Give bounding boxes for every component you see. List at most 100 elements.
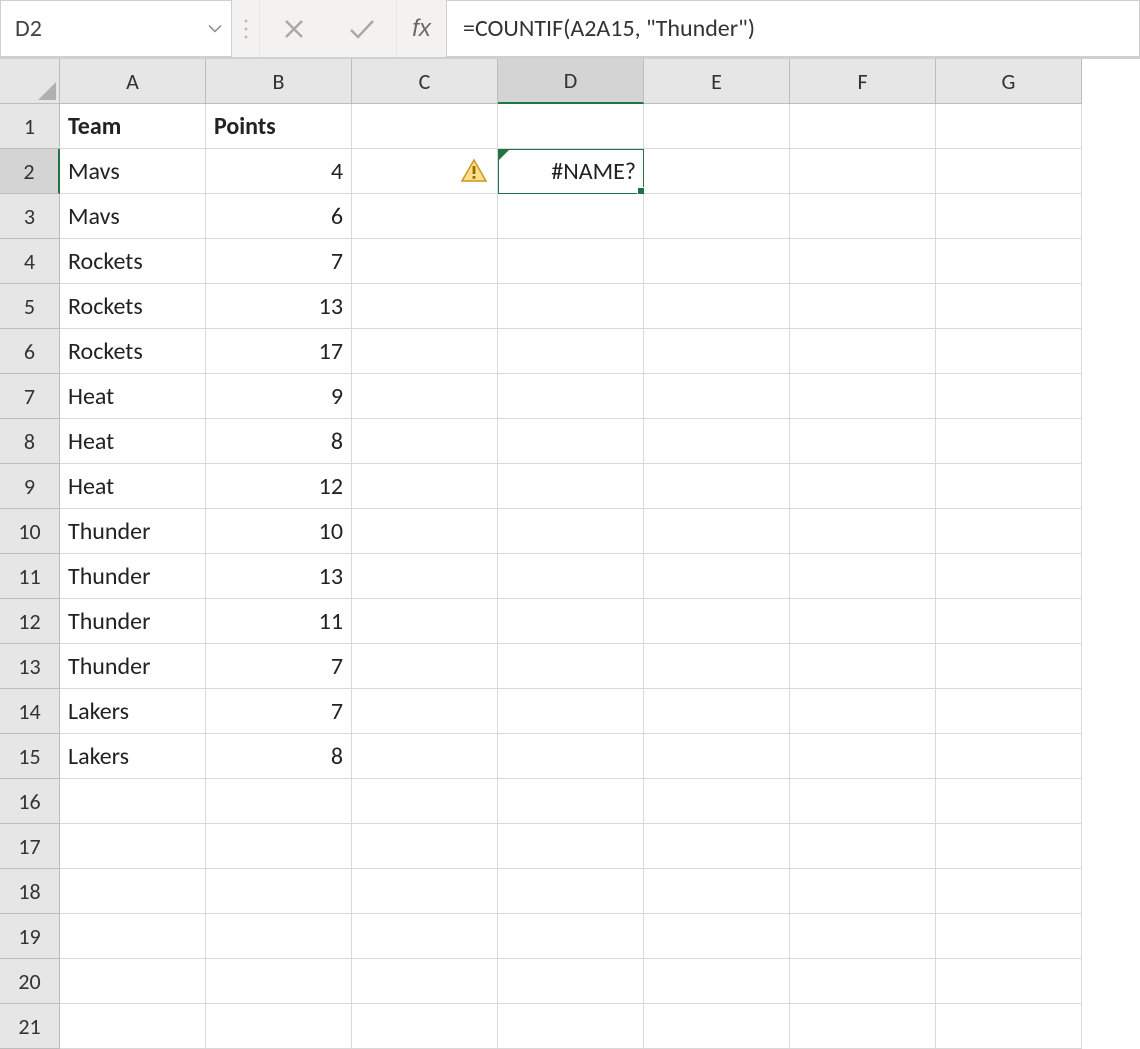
row-header-2[interactable]: 2 (0, 149, 60, 194)
vertical-grip-icon[interactable] (232, 0, 260, 57)
row-header-18[interactable]: 18 (0, 869, 60, 914)
cell-E5[interactable] (644, 284, 790, 329)
cell-A6[interactable]: Rockets (60, 329, 206, 374)
cell-D1[interactable] (498, 104, 644, 149)
cell-B6[interactable]: 17 (206, 329, 352, 374)
insert-function-button[interactable]: fx (396, 0, 446, 57)
cell-A14[interactable]: Lakers (60, 689, 206, 734)
column-header-B[interactable]: B (206, 59, 352, 104)
cell-B15[interactable]: 8 (206, 734, 352, 779)
cell-G2[interactable] (936, 149, 1082, 194)
cell-B2[interactable]: 4 (206, 149, 352, 194)
cell-F4[interactable] (790, 239, 936, 284)
cell-F19[interactable] (790, 914, 936, 959)
cell-D6[interactable] (498, 329, 644, 374)
cell-D9[interactable] (498, 464, 644, 509)
column-header-A[interactable]: A (60, 59, 206, 104)
selected-cell-D2[interactable]: #NAME? (498, 149, 644, 194)
cell-D20[interactable] (498, 959, 644, 1004)
cell-C5[interactable] (352, 284, 498, 329)
cell-A9[interactable]: Heat (60, 464, 206, 509)
cell-D5[interactable] (498, 284, 644, 329)
cell-D3[interactable] (498, 194, 644, 239)
cell-G6[interactable] (936, 329, 1082, 374)
cell-G14[interactable] (936, 689, 1082, 734)
cell-G17[interactable] (936, 824, 1082, 869)
error-smart-tag[interactable] (352, 149, 498, 194)
cell-D19[interactable] (498, 914, 644, 959)
cell-D11[interactable] (498, 554, 644, 599)
row-header-11[interactable]: 11 (0, 554, 60, 599)
row-header-19[interactable]: 19 (0, 914, 60, 959)
cell-G12[interactable] (936, 599, 1082, 644)
cell-A13[interactable]: Thunder (60, 644, 206, 689)
cell-F6[interactable] (790, 329, 936, 374)
enter-formula-button[interactable] (328, 0, 396, 57)
cell-C1[interactable] (352, 104, 498, 149)
cell-D18[interactable] (498, 869, 644, 914)
cell-E4[interactable] (644, 239, 790, 284)
cell-C4[interactable] (352, 239, 498, 284)
cell-E12[interactable] (644, 599, 790, 644)
select-all-corner[interactable] (0, 59, 60, 104)
cell-A17[interactable] (60, 824, 206, 869)
cell-A7[interactable]: Heat (60, 374, 206, 419)
cell-B20[interactable] (206, 959, 352, 1004)
cell-B17[interactable] (206, 824, 352, 869)
cell-A8[interactable]: Heat (60, 419, 206, 464)
cell-A1[interactable]: Team (60, 104, 206, 149)
cell-D15[interactable] (498, 734, 644, 779)
cell-F1[interactable] (790, 104, 936, 149)
cell-A21[interactable] (60, 1004, 206, 1049)
cell-C9[interactable] (352, 464, 498, 509)
cell-B9[interactable]: 12 (206, 464, 352, 509)
cell-E13[interactable] (644, 644, 790, 689)
cell-A10[interactable]: Thunder (60, 509, 206, 554)
cell-A11[interactable]: Thunder (60, 554, 206, 599)
cell-F16[interactable] (790, 779, 936, 824)
cell-C17[interactable] (352, 824, 498, 869)
cell-C12[interactable] (352, 599, 498, 644)
cell-E18[interactable] (644, 869, 790, 914)
cell-E15[interactable] (644, 734, 790, 779)
cell-B11[interactable]: 13 (206, 554, 352, 599)
cell-G1[interactable] (936, 104, 1082, 149)
cell-C14[interactable] (352, 689, 498, 734)
cancel-formula-button[interactable] (260, 0, 328, 57)
row-header-21[interactable]: 21 (0, 1004, 60, 1049)
cell-A19[interactable] (60, 914, 206, 959)
cell-G15[interactable] (936, 734, 1082, 779)
cell-D10[interactable] (498, 509, 644, 554)
cell-A5[interactable]: Rockets (60, 284, 206, 329)
cell-G4[interactable] (936, 239, 1082, 284)
cell-F13[interactable] (790, 644, 936, 689)
cell-D21[interactable] (498, 1004, 644, 1049)
cell-F3[interactable] (790, 194, 936, 239)
cell-F10[interactable] (790, 509, 936, 554)
row-header-8[interactable]: 8 (0, 419, 60, 464)
cell-F17[interactable] (790, 824, 936, 869)
cell-D17[interactable] (498, 824, 644, 869)
cell-B5[interactable]: 13 (206, 284, 352, 329)
cell-C19[interactable] (352, 914, 498, 959)
cell-B18[interactable] (206, 869, 352, 914)
cell-G3[interactable] (936, 194, 1082, 239)
cell-D12[interactable] (498, 599, 644, 644)
cell-B16[interactable] (206, 779, 352, 824)
cell-F15[interactable] (790, 734, 936, 779)
row-header-16[interactable]: 16 (0, 779, 60, 824)
cell-A3[interactable]: Mavs (60, 194, 206, 239)
cell-G8[interactable] (936, 419, 1082, 464)
cell-B1[interactable]: Points (206, 104, 352, 149)
row-header-5[interactable]: 5 (0, 284, 60, 329)
cell-A16[interactable] (60, 779, 206, 824)
cell-G18[interactable] (936, 869, 1082, 914)
name-box-dropdown-icon[interactable] (207, 14, 223, 43)
cell-A20[interactable] (60, 959, 206, 1004)
cell-F7[interactable] (790, 374, 936, 419)
column-header-D[interactable]: D (498, 59, 644, 104)
cell-B8[interactable]: 8 (206, 419, 352, 464)
cell-B10[interactable]: 10 (206, 509, 352, 554)
row-header-17[interactable]: 17 (0, 824, 60, 869)
cell-D8[interactable] (498, 419, 644, 464)
